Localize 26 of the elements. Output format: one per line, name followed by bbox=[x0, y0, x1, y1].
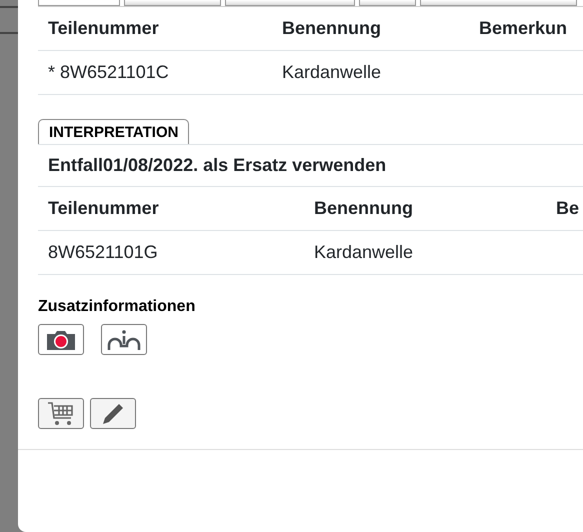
cart-icon bbox=[47, 400, 75, 426]
table-cell: Kardanwelle bbox=[314, 242, 414, 262]
column-header: Teilenummer bbox=[38, 7, 272, 50]
tab[interactable] bbox=[225, 0, 355, 6]
tab[interactable] bbox=[38, 0, 120, 6]
column-header: Teilenummer bbox=[38, 187, 304, 230]
camera-button[interactable] bbox=[38, 324, 84, 355]
note-text: Entfall01/08/2022. als Ersatz verwenden bbox=[48, 155, 386, 176]
column-header: Benennung bbox=[304, 187, 546, 230]
info-connector-icon bbox=[106, 328, 142, 352]
pencil-icon bbox=[101, 402, 125, 426]
info-button[interactable] bbox=[101, 324, 147, 355]
edit-button[interactable] bbox=[90, 398, 136, 429]
tab[interactable] bbox=[124, 0, 221, 6]
cart-button[interactable] bbox=[38, 398, 84, 429]
camera-icon bbox=[45, 328, 77, 350]
table-cell: * 8W6521101C bbox=[48, 62, 169, 82]
column-header: Bemerkun bbox=[469, 7, 583, 50]
table-cell: Kardanwelle bbox=[282, 62, 382, 82]
column-header: Benennung bbox=[272, 7, 469, 50]
interpretation-tab[interactable]: INTERPRETATION bbox=[38, 119, 190, 144]
section-title: Zusatzinformationen bbox=[38, 298, 196, 316]
column-header: Be bbox=[546, 187, 583, 230]
tab[interactable] bbox=[420, 0, 577, 6]
tab[interactable] bbox=[359, 0, 416, 6]
table-cell: 8W6521101G bbox=[48, 242, 158, 262]
